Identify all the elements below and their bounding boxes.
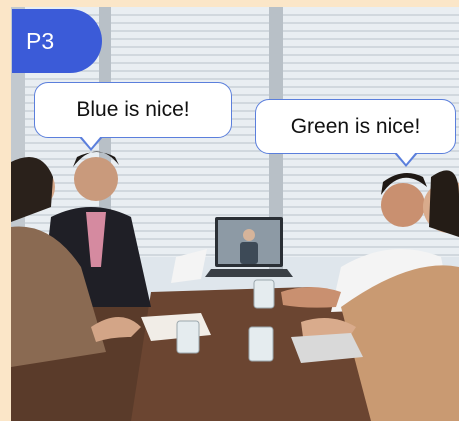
speech-bubble-right: Green is nice! — [255, 99, 456, 154]
page-badge: P3 — [12, 9, 102, 73]
speech-bubble-right-text: Green is nice! — [290, 114, 421, 138]
speech-bubble-left: Blue is nice! — [34, 82, 232, 138]
speech-bubble-right-tail-fill — [396, 152, 416, 164]
speech-bubble-left-tail-fill — [81, 136, 101, 148]
speech-bubble-left-text: Blue is nice! — [76, 98, 190, 121]
page-badge-label: P3 — [26, 27, 55, 54]
